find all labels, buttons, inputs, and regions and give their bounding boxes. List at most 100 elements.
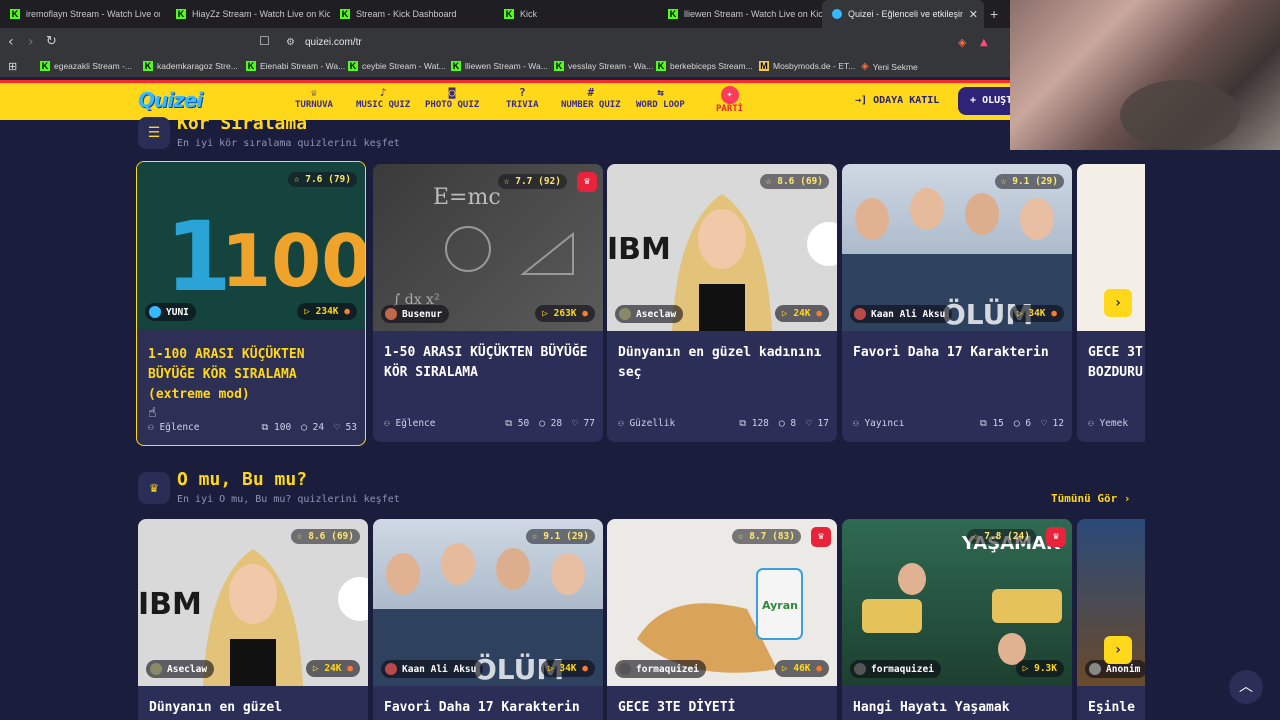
author-chip[interactable]: Kaan Ali Aksu: [381, 660, 484, 678]
author-chip[interactable]: Busenur: [381, 305, 450, 323]
items-text: 15: [992, 418, 1004, 429]
like-count[interactable]: ♡ 53: [334, 422, 357, 433]
nav-label: MUSIC QUIZ: [356, 100, 411, 110]
new-tab-icon[interactable]: +: [990, 6, 998, 22]
fire-icon: ●: [816, 663, 822, 674]
tab-lliewen[interactable]: Klliewen Stream - Watch Live on Kick: [658, 0, 822, 28]
author-chip[interactable]: Aseclaw: [615, 305, 684, 323]
quiz-title[interactable]: GECE 3TE DİYETİ: [618, 698, 828, 718]
tab-kick[interactable]: K Kick: [494, 0, 658, 28]
rewards-icon[interactable]: ▲: [980, 37, 988, 48]
rating-text: 7.6 (79): [305, 174, 351, 185]
quiz-title[interactable]: 1-100 ARASI KÜÇÜKTEN BÜYÜĞE KÖR SIRALAMA…: [148, 345, 358, 405]
bookmark-item[interactable]: Kceybie Stream - Wat...: [348, 61, 446, 71]
bookmark-item[interactable]: ◈ Yeni Sekme: [861, 61, 918, 72]
author-name: Kaan Ali Aksu: [402, 663, 477, 675]
play-count: ▷ 263K ●: [535, 305, 595, 322]
crown-icon: ♛: [577, 172, 597, 192]
items-text: 50: [517, 418, 530, 429]
nav-label: PARTİ: [716, 104, 744, 114]
site-info-icon[interactable]: ⚙: [286, 37, 295, 48]
quizei-logo[interactable]: Quizei: [138, 88, 203, 112]
quiz-title[interactable]: GECE 3T BOZDURU: [1088, 343, 1145, 383]
like-count[interactable]: ♡ 17: [806, 418, 829, 429]
quiz-card-partial[interactable]: Anonim Eşinle: [1077, 519, 1145, 720]
category: ⚇ Eğlence: [148, 422, 200, 433]
back-icon[interactable]: ‹: [8, 34, 14, 50]
quiz-card[interactable]: YAŞAMAK ☆ 7.8 (24) ♛ formaquizei ▷ 9.3K …: [842, 519, 1072, 720]
avatar: [619, 663, 631, 675]
carousel-next-button[interactable]: ›: [1104, 636, 1132, 664]
author-chip[interactable]: Kaan Ali Aksu: [850, 305, 953, 323]
url-input[interactable]: quizei.com/tr: [305, 37, 362, 48]
bookmark-item[interactable]: Kkademkaragoz Stre...: [143, 61, 238, 71]
quiz-card[interactable]: ÖLÜM ☆ 9.1 (29) Kaan Ali Aksu ▷ 34K ● Fa…: [373, 519, 603, 720]
bookmark-item[interactable]: Kvesslay Stream - Wa...: [554, 61, 653, 71]
comment-count: ◯ 6: [1013, 418, 1032, 429]
nav-label: NUMBER QUIZ: [561, 100, 621, 110]
tab-iremoflayn[interactable]: Kiremoflayn Stream - Watch Live on Ki: [0, 0, 160, 28]
join-room-button[interactable]: →] ODAYA KATIL: [855, 95, 939, 106]
apps-icon[interactable]: ⊞: [8, 60, 17, 73]
nav-label: TURNUVA: [295, 100, 333, 110]
author-chip[interactable]: formaquizei: [615, 660, 706, 678]
avatar: [385, 308, 397, 320]
author-name: formaquizei: [871, 663, 934, 675]
quiz-card[interactable]: 1 100 ☆ 7.6 (79) YUNI ▷ 234K ● 1-100 ARAS…: [136, 161, 366, 446]
quiz-card[interactable]: ÖLÜM ☆ 9.1 (29) Kaan Ali Aksu ▷ 34K ● Fa…: [842, 164, 1072, 442]
nav-word-loop[interactable]: ⇆ WORD LOOP: [636, 86, 685, 110]
close-tab-icon[interactable]: ✕: [969, 8, 984, 21]
bookmark-item[interactable]: M Mosbymods.de - ET...: [759, 61, 855, 71]
like-count[interactable]: ♡ 12: [1041, 418, 1064, 429]
tab-label: iremoflayn Stream - Watch Live on Ki: [26, 9, 160, 19]
tab-kick-dashboard[interactable]: K Stream - Kick Dashboard: [330, 0, 494, 28]
bookmark-item[interactable]: Klliewen Stream - Wa...: [451, 61, 548, 71]
carousel-next-button[interactable]: ›: [1104, 289, 1132, 317]
nav-trivia[interactable]: ? TRIVIA: [506, 86, 539, 110]
reload-icon[interactable]: ↻: [46, 34, 57, 49]
avatar: [854, 663, 866, 675]
create-button[interactable]: + OLUŞT: [958, 87, 1018, 115]
svg-text:E=mc: E=mc: [433, 185, 501, 210]
webcam-cat: [1120, 80, 1240, 150]
author-chip[interactable]: formaquizei: [850, 660, 941, 678]
bookmark-icon[interactable]: ☐: [259, 34, 270, 48]
quiz-card[interactable]: IBM ☆ 8.6 (69) Aseclaw ▷ 24K ● Dünyanın …: [607, 164, 837, 442]
quiz-card[interactable]: E=mc ∫ dx x² ☆ 7.7 (92) ♛ Busenur ▷ 263K …: [373, 164, 603, 442]
quiz-title[interactable]: Favori Daha 17 Karakterin: [853, 343, 1063, 363]
bookmark-item[interactable]: Kegeazakli Stream -...: [40, 61, 132, 71]
nav-parti[interactable]: ✦ PARTİ: [716, 86, 743, 114]
quiz-title[interactable]: Favori Daha 17 Karakterin: [384, 698, 594, 718]
bookmark-item[interactable]: Kberkebiceps Stream...: [656, 61, 753, 71]
quiz-card[interactable]: Ayran ☆ 8.7 (83) ♛ formaquizei ▷ 46K ● G…: [607, 519, 837, 720]
crown-icon: ♛: [811, 527, 831, 547]
author-chip[interactable]: YUNI: [145, 303, 196, 321]
bookmark-label: Yeni Sekme: [872, 61, 918, 72]
scroll-to-top-button[interactable]: ︿: [1229, 670, 1263, 704]
rating-text: 8.6 (69): [777, 176, 823, 187]
rating-text: 9.1 (29): [1012, 176, 1058, 187]
quiz-title[interactable]: 1-50 ARASI KÜÇÜKTEN BÜYÜĞE KÖR SIRALAMA: [384, 343, 594, 383]
nav-photo-quiz[interactable]: ◙ PHOTO QUIZ: [425, 86, 479, 110]
quiz-title[interactable]: Hangi Hayatı Yaşamak: [853, 698, 1063, 718]
forward-icon[interactable]: ›: [28, 34, 34, 50]
tab-label: HiayZz Stream - Watch Live on Kick: [192, 9, 330, 19]
brave-shield-icon[interactable]: ◈: [958, 36, 966, 49]
kick-icon: K: [451, 61, 461, 71]
author-chip[interactable]: Aseclaw: [146, 660, 215, 678]
nav-number-quiz[interactable]: # NUMBER QUIZ: [561, 86, 621, 110]
tab-quizei[interactable]: Quizei - Eğlenceli ve etkileşimli q ✕: [822, 0, 984, 28]
see-all-link[interactable]: Tümünü Gör ›: [1051, 492, 1130, 505]
nav-turnuva[interactable]: ♕ TURNUVA: [295, 86, 333, 110]
plays-text: 9.3K: [1034, 663, 1057, 674]
like-count[interactable]: ♡ 77: [572, 418, 595, 429]
nav-music-quiz[interactable]: ♪ MUSIC QUIZ: [356, 86, 410, 110]
quiz-title[interactable]: Dünyanın en güzel: [149, 698, 359, 718]
quiz-card[interactable]: IBM ☆ 8.6 (69) Aseclaw ▷ 24K ● Dünyanın …: [138, 519, 368, 720]
tab-hiayzz[interactable]: K HiayZz Stream - Watch Live on Kick: [166, 0, 330, 28]
quiz-meta: ⚇ Yayıncı ⧉ 15 ◯ 6 ♡ 12: [853, 418, 1064, 429]
section-subtitle: En iyi O mu, Bu mu? quizlerini keşfet: [177, 494, 400, 505]
quiz-title[interactable]: Dünyanın en güzel kadınını seç: [618, 343, 828, 383]
quiz-title[interactable]: Eşinle: [1088, 698, 1145, 718]
bookmark-item[interactable]: K Eienabi Stream - Wa...: [246, 61, 345, 71]
